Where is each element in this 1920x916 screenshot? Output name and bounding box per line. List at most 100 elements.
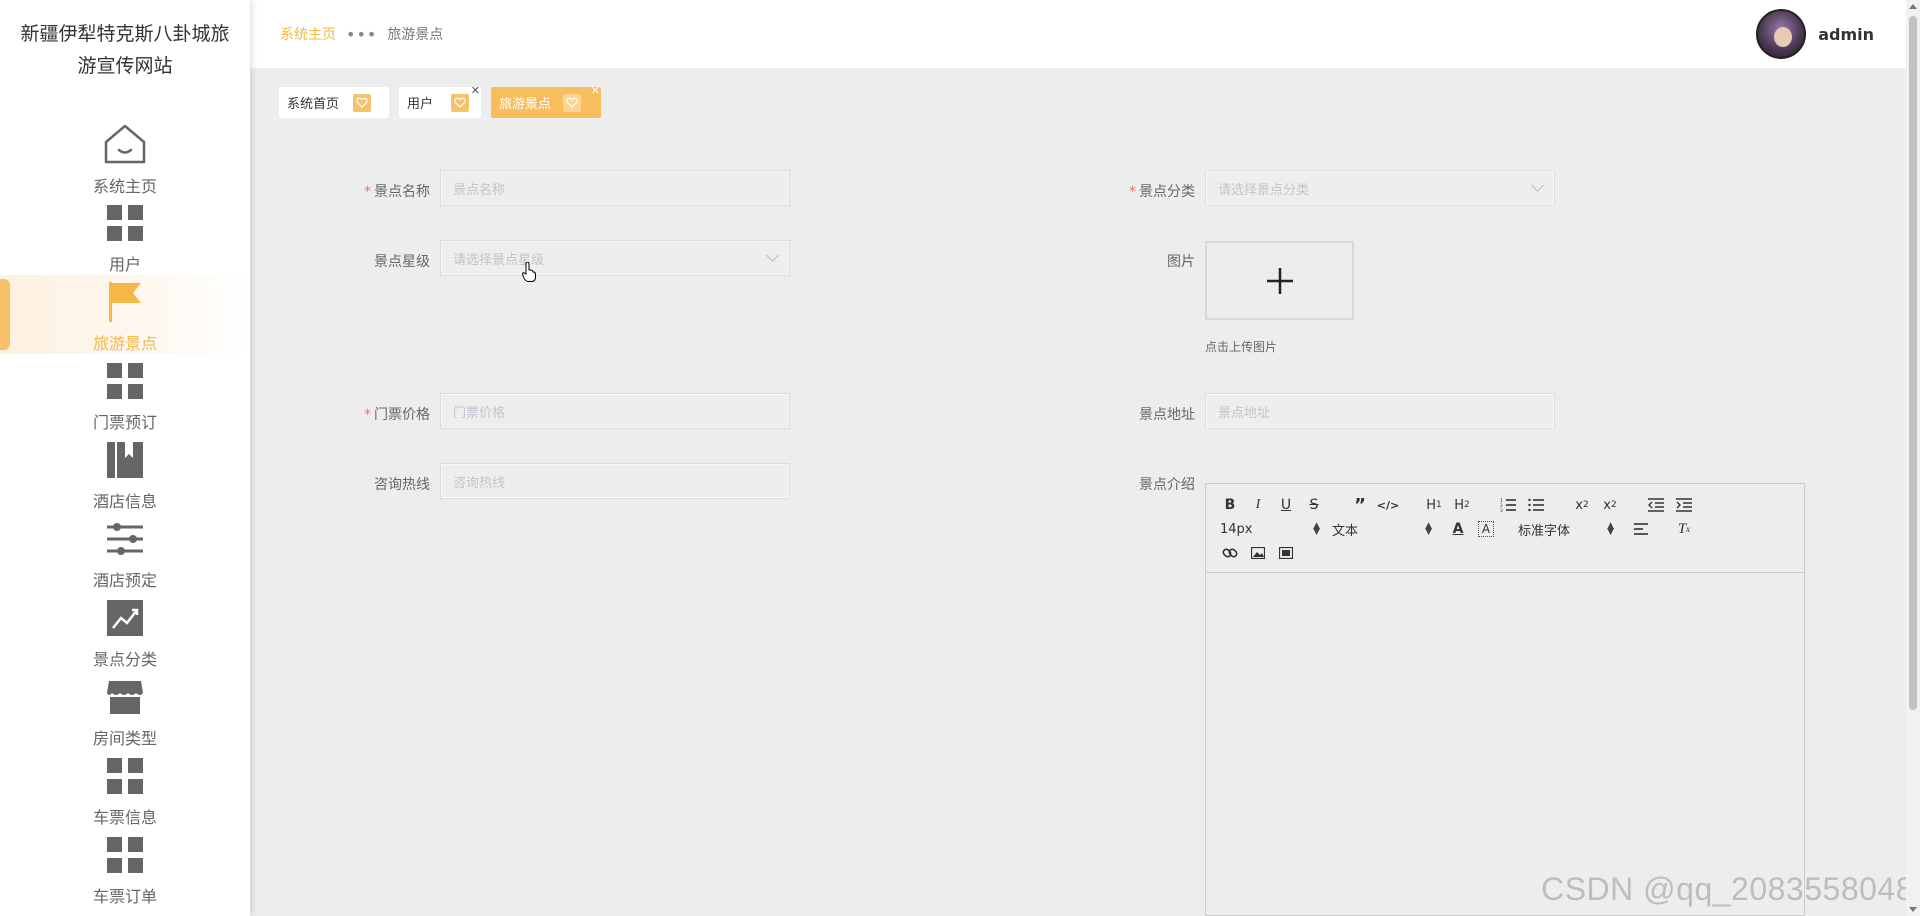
sidebar-item-hotel-booking[interactable]: 酒店预定 xyxy=(0,512,250,591)
image-label: 图片 xyxy=(1167,254,1195,270)
outdent-button[interactable] xyxy=(1642,494,1670,516)
clear-format-button[interactable]: Tx xyxy=(1670,518,1698,540)
bold-button[interactable]: B xyxy=(1216,494,1244,516)
sidebar-item-train-tickets[interactable]: 车票信息 xyxy=(0,749,250,828)
tab-user[interactable]: 用户 ✕ xyxy=(399,84,481,118)
breadcrumb: 系统主页 ••• 旅游景点 xyxy=(280,24,443,44)
underline-button[interactable]: U xyxy=(1272,494,1300,516)
sidebar-item-category[interactable]: 景点分类 xyxy=(0,591,250,670)
name-label: * 景点名称 xyxy=(364,184,430,200)
breadcrumb-separator: ••• xyxy=(346,24,378,44)
close-icon[interactable]: ✕ xyxy=(591,84,600,97)
avatar[interactable] xyxy=(1756,9,1807,59)
grid-icon xyxy=(102,753,148,798)
hotline-label: 咨询热线 xyxy=(374,477,430,493)
image-icon xyxy=(1251,547,1265,559)
font-color-button[interactable]: A xyxy=(1444,518,1472,540)
sidebar-item-tickets[interactable]: 门票预订 xyxy=(0,354,250,433)
sidebar-item-hotel-info[interactable]: 酒店信息 xyxy=(0,433,250,512)
chevron-down-icon xyxy=(1531,179,1544,192)
grid-icon xyxy=(102,832,148,877)
chevron-down-icon xyxy=(766,249,779,262)
category-label: * 景点分类 xyxy=(1129,184,1195,200)
updown-icon: ▲ ▼ xyxy=(1425,521,1432,537)
image-upload[interactable] xyxy=(1205,241,1354,320)
heart-icon xyxy=(353,93,372,112)
grid-icon xyxy=(102,358,148,403)
video-button[interactable] xyxy=(1272,542,1300,564)
align-button[interactable] xyxy=(1628,518,1656,540)
username[interactable]: admin xyxy=(1818,25,1874,44)
font-family-select[interactable]: 标准字体 ▲ ▼ xyxy=(1514,520,1618,539)
outdent-icon xyxy=(1648,498,1664,512)
home-icon xyxy=(102,121,148,167)
sidebar-item-home[interactable]: 系统主页 xyxy=(0,117,250,196)
svg-text:3: 3 xyxy=(1500,508,1503,512)
address-label: 景点地址 xyxy=(1139,407,1195,423)
italic-button[interactable]: I xyxy=(1244,494,1272,516)
link-icon xyxy=(1222,548,1238,558)
tag-tabs: 系统首页 用户 ✕ 旅游景点 ✕ xyxy=(279,84,611,118)
ordered-list-button[interactable]: 123 xyxy=(1494,494,1522,516)
background-color-button[interactable]: A xyxy=(1478,521,1494,537)
address-input[interactable]: 景点地址 xyxy=(1205,393,1555,429)
sidebar: 新疆伊犁特克斯八卦城旅 游宣传网站 系统主页 用户 旅游景点 门票预订 酒店信息… xyxy=(0,0,250,916)
tab-home[interactable]: 系统首页 xyxy=(279,87,389,118)
flag-icon xyxy=(102,279,148,324)
page-scrollbar[interactable] xyxy=(1906,0,1920,916)
image-button[interactable] xyxy=(1244,542,1272,564)
sidebar-item-room-type[interactable]: 房间类型 xyxy=(0,670,250,749)
bullet-list-button[interactable] xyxy=(1522,494,1550,516)
tab-attractions[interactable]: 旅游景点 ✕ xyxy=(491,84,601,118)
scroll-up-arrow[interactable] xyxy=(1909,4,1917,9)
hand-cursor-icon xyxy=(522,262,536,282)
breadcrumb-home[interactable]: 系统主页 xyxy=(280,24,336,44)
rich-text-editor: B I U S ” </> H1 H2 123 x2 x2 14px ▲ ▼ 文本 ▲… xyxy=(1205,483,1805,916)
scroll-down-arrow[interactable] xyxy=(1909,907,1917,912)
top-header: 系统主页 ••• 旅游景点 admin xyxy=(250,0,1920,68)
sidebar-item-attractions[interactable]: 旅游景点 xyxy=(0,275,250,354)
strike-button[interactable]: S xyxy=(1300,494,1328,516)
subscript-button[interactable]: x2 xyxy=(1568,494,1596,516)
align-left-icon xyxy=(1634,523,1648,535)
upload-tip: 点击上传图片 xyxy=(1205,340,1278,354)
grid-icon xyxy=(102,200,148,245)
indent-button[interactable] xyxy=(1670,494,1698,516)
price-label: * 门票价格 xyxy=(364,407,430,423)
sidebar-menu: 系统主页 用户 旅游景点 门票预订 酒店信息 酒店预定 景点分类 房间类型 车票… xyxy=(0,117,250,907)
hotline-input[interactable]: 咨询热线 xyxy=(440,463,790,499)
heart-icon xyxy=(563,93,582,112)
close-icon[interactable]: ✕ xyxy=(471,84,480,97)
category-select[interactable]: 请选择景点分类 xyxy=(1205,170,1555,206)
site-title: 新疆伊犁特克斯八卦城旅 游宣传网站 xyxy=(20,23,230,77)
watermark: CSDN @qq_2083558048 xyxy=(1541,871,1914,907)
plus-icon xyxy=(1266,267,1293,294)
scroll-thumb[interactable] xyxy=(1909,16,1917,710)
blockquote-button[interactable]: ” xyxy=(1346,494,1374,516)
level-label: 景点星级 xyxy=(374,254,430,270)
code-block-button[interactable]: </> xyxy=(1374,494,1402,516)
trend-chart-icon xyxy=(102,595,148,640)
superscript-button[interactable]: x2 xyxy=(1596,494,1624,516)
indent-icon xyxy=(1676,498,1692,512)
video-icon xyxy=(1279,547,1293,559)
header1-button[interactable]: H1 xyxy=(1420,494,1448,516)
bullet-list-icon xyxy=(1528,498,1544,512)
header2-button[interactable]: H2 xyxy=(1448,494,1476,516)
sidebar-item-user[interactable]: 用户 xyxy=(0,196,250,275)
updown-icon: ▲ ▼ xyxy=(1607,521,1614,537)
font-size-select[interactable]: 14px ▲ ▼ xyxy=(1216,522,1324,537)
editor-toolbar: B I U S ” </> H1 H2 123 x2 x2 14px ▲ ▼ 文本 ▲… xyxy=(1206,484,1804,573)
price-input[interactable]: 门票价格 xyxy=(440,393,790,429)
header-select[interactable]: 文本 ▲ ▼ xyxy=(1328,520,1436,539)
sliders-icon xyxy=(102,516,148,561)
level-select[interactable]: 请选择景点星级 xyxy=(440,240,790,276)
user-menu[interactable]: admin xyxy=(1756,9,1874,59)
name-input[interactable]: 景点名称 xyxy=(440,170,790,206)
heart-icon xyxy=(451,93,470,112)
updown-icon: ▲ ▼ xyxy=(1313,521,1320,537)
sidebar-item-ticket-orders[interactable]: 车票订单 xyxy=(0,828,250,907)
link-button[interactable] xyxy=(1216,542,1244,564)
shop-icon xyxy=(102,674,148,719)
breadcrumb-current: 旅游景点 xyxy=(387,27,444,43)
